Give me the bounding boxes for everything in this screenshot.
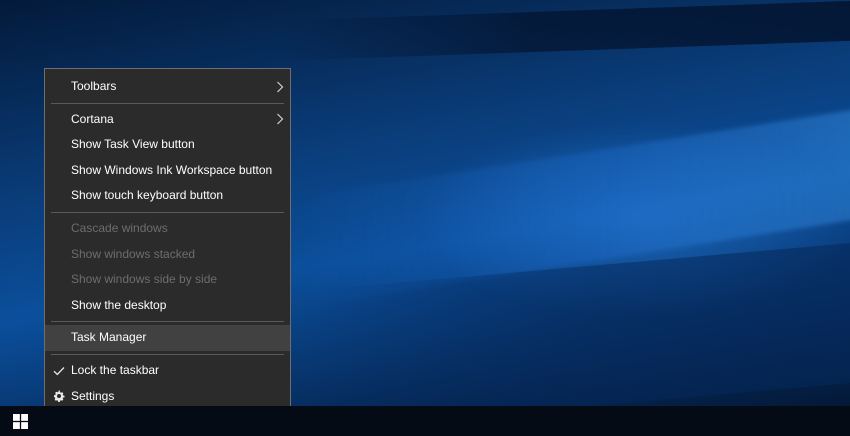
menu-separator bbox=[51, 353, 284, 355]
start-button[interactable] bbox=[0, 406, 40, 436]
menu-item-show-desktop[interactable]: Show the desktop bbox=[45, 293, 290, 319]
menu-item-label: Cascade windows bbox=[71, 220, 168, 235]
menu-item-show-ink-workspace[interactable]: Show Windows Ink Workspace button bbox=[45, 158, 290, 184]
taskbar[interactable] bbox=[0, 406, 850, 436]
menu-item-cortana[interactable]: Cortana bbox=[45, 107, 290, 133]
wallpaper-dark-beam bbox=[280, 0, 850, 61]
menu-item-label: Settings bbox=[71, 388, 115, 403]
menu-item-show-windows-side-by-side: Show windows side by side bbox=[45, 267, 290, 293]
menu-item-show-windows-stacked: Show windows stacked bbox=[45, 242, 290, 268]
windows-logo-icon bbox=[12, 413, 28, 429]
menu-item-label: Show touch keyboard button bbox=[71, 188, 224, 203]
menu-item-lock-taskbar[interactable]: Lock the taskbar bbox=[45, 358, 290, 384]
menu-item-label: Cortana bbox=[71, 111, 114, 126]
menu-item-label: Show Task View button bbox=[71, 137, 195, 152]
menu-item-show-task-view[interactable]: Show Task View button bbox=[45, 132, 290, 158]
menu-separator bbox=[51, 211, 284, 213]
menu-item-label: Show Windows Ink Workspace button bbox=[71, 162, 273, 177]
chevron-right-icon bbox=[276, 107, 284, 133]
menu-separator bbox=[51, 102, 284, 104]
menu-item-label: Show the desktop bbox=[71, 297, 167, 312]
menu-item-toolbars[interactable]: Toolbars bbox=[45, 74, 290, 100]
menu-item-cascade-windows: Cascade windows bbox=[45, 216, 290, 242]
menu-item-task-manager[interactable]: Task Manager bbox=[45, 325, 290, 351]
chevron-right-icon bbox=[276, 74, 284, 100]
checkmark-icon bbox=[52, 358, 66, 384]
menu-item-show-touch-keyboard[interactable]: Show touch keyboard button bbox=[45, 183, 290, 209]
menu-item-label: Toolbars bbox=[71, 79, 117, 93]
menu-item-label: Lock the taskbar bbox=[71, 362, 160, 377]
menu-item-label: Show windows stacked bbox=[71, 246, 196, 261]
menu-separator bbox=[51, 321, 284, 323]
desktop: Toolbars Cortana Show Task View button S… bbox=[0, 0, 850, 436]
menu-item-label: Show windows side by side bbox=[71, 272, 218, 287]
taskbar-context-menu: Toolbars Cortana Show Task View button S… bbox=[44, 68, 291, 415]
menu-item-label: Task Manager bbox=[71, 330, 147, 345]
